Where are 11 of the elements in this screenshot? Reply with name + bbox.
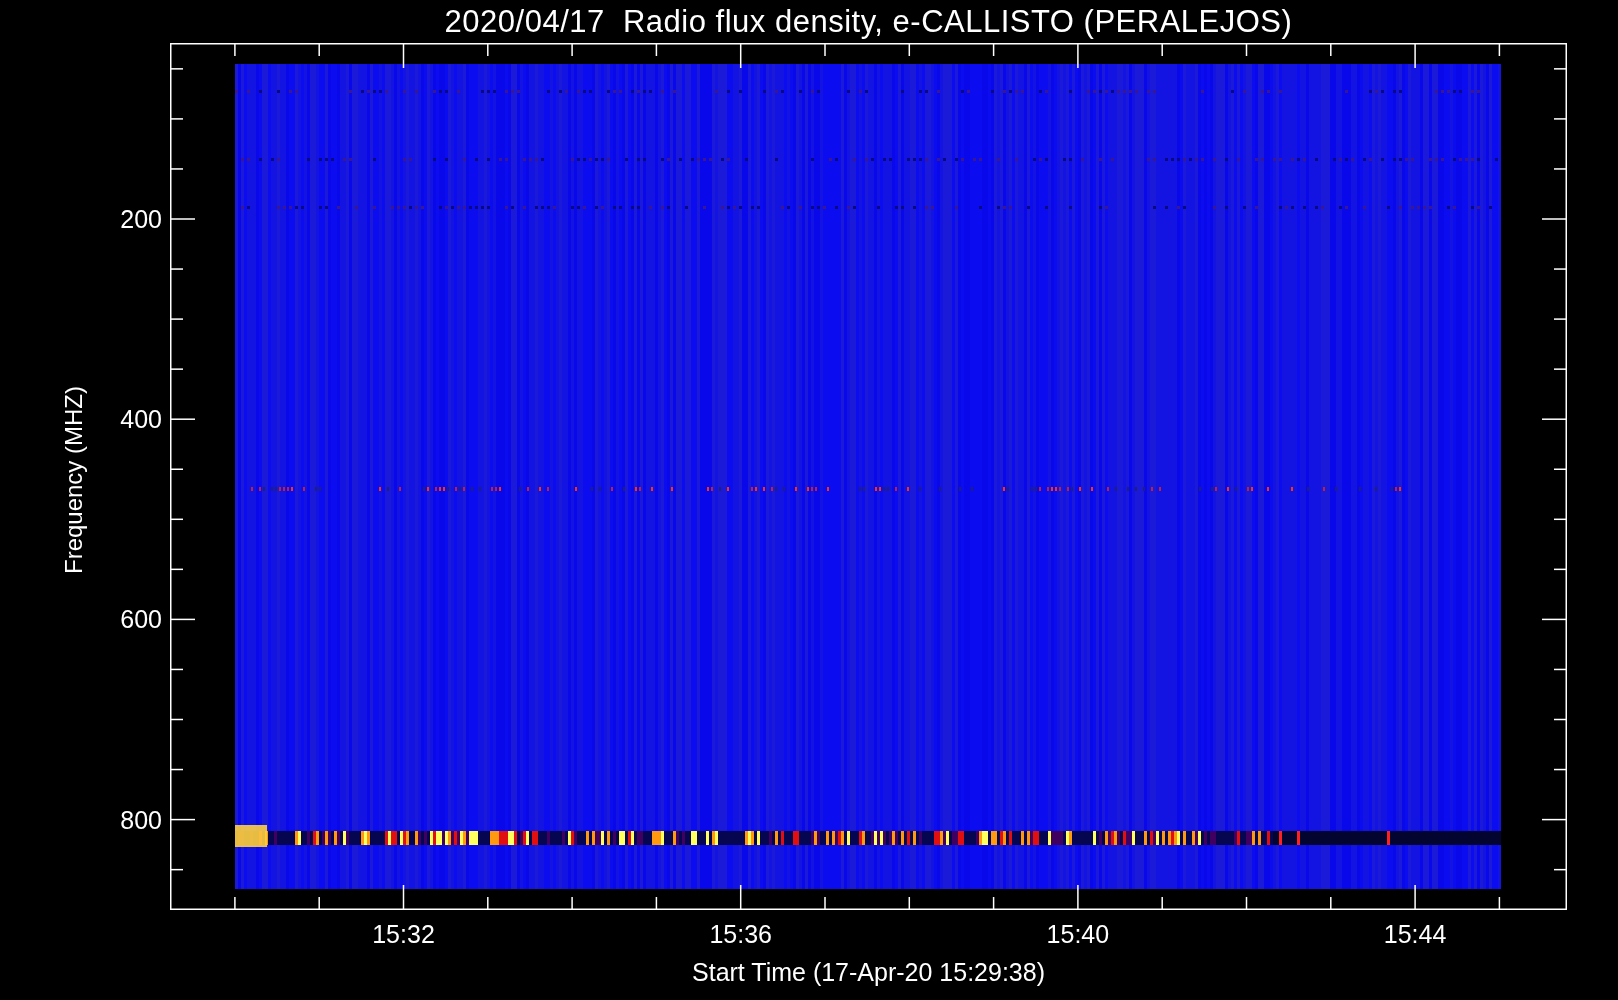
x-tick-label: 15:36 (709, 920, 772, 949)
chart-title: 2020/04/17 Radio flux density, e-CALLISTO (PERALEJOS) (443, 2, 1294, 41)
y-axis-label: Frequency (MHZ) (60, 386, 88, 574)
y-tick-label: 600 (120, 604, 162, 634)
y-tick-label: 200 (120, 204, 162, 234)
x-tick-label: 15:32 (372, 920, 435, 949)
x-axis-label: Start Time (17-Apr-20 15:29:38) (692, 958, 1045, 987)
y-tick-label: 800 (120, 805, 162, 835)
x-tick-label: 15:40 (1046, 920, 1110, 949)
y-tick-label: 400 (120, 404, 162, 434)
x-tick-label: 15:44 (1383, 920, 1447, 949)
